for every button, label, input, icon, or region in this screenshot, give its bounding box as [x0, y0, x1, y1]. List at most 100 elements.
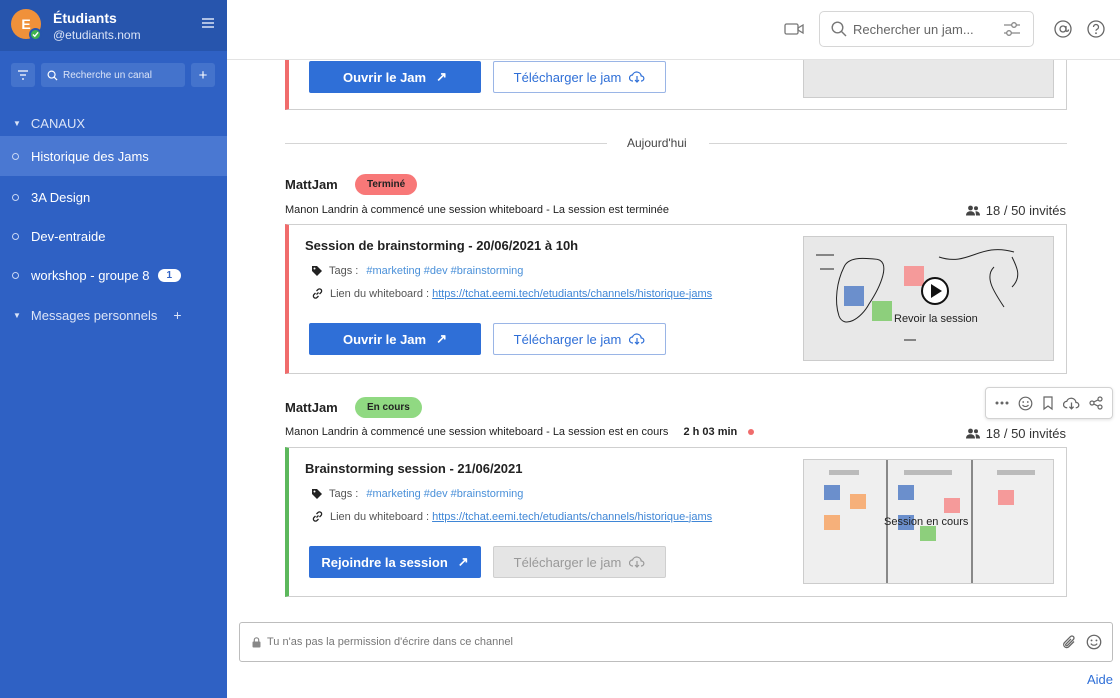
emoji-icon[interactable] [1086, 634, 1102, 650]
message-description: Manon Landrin à commencé une session whi… [285, 204, 669, 216]
paperclip-icon[interactable] [1062, 634, 1078, 651]
help-link[interactable]: Aide [1087, 672, 1113, 687]
lock-icon [252, 636, 261, 647]
jam-search-input[interactable]: Rechercher un jam... [819, 11, 1034, 47]
tag-icon [312, 266, 322, 276]
channel-search-input[interactable]: Recherche un canal [41, 63, 185, 87]
status-badge: Terminé [355, 174, 418, 195]
channel-dot-icon [12, 271, 19, 279]
sidebar-item-3a-design[interactable]: 3A Design [0, 177, 227, 217]
download-jam-label: Télécharger le jam [513, 331, 622, 347]
arrow-up-right-icon: ↗ [457, 554, 469, 569]
link-icon [312, 288, 323, 299]
replay-session-label: Revoir la session [894, 313, 978, 325]
tag-link[interactable]: #dev [424, 488, 448, 500]
open-jam-label: Ouvrir le Jam [342, 331, 427, 347]
tags-label: Tags : [329, 265, 359, 277]
add-dm-button[interactable]: + [173, 307, 181, 323]
jam-tags: Tags : #marketing #dev #brainstorming [311, 488, 523, 500]
channel-label: Historique des Jams [31, 148, 149, 164]
divider-right [709, 143, 1067, 144]
channel-label: 3A Design [31, 189, 91, 205]
tag-link[interactable]: #marketing [366, 488, 420, 500]
menu-icon[interactable] [201, 16, 215, 30]
search-options-icon[interactable] [1003, 21, 1021, 37]
video-icon[interactable] [784, 21, 804, 37]
filter-button[interactable] [11, 63, 35, 87]
channel-search-placeholder: Recherche un canal [63, 69, 152, 81]
download-jam-button-disabled: Télécharger le jam [493, 546, 666, 578]
whiteboard-link[interactable]: https://tchat.eemi.tech/etudiants/channe… [432, 288, 712, 300]
users-icon [965, 205, 980, 216]
download-jam-button[interactable]: Télécharger le jam [493, 323, 666, 355]
team-handle: @etudiants.nom [53, 28, 141, 42]
cloud-download-icon [629, 333, 645, 345]
open-jam-button[interactable]: Ouvrir le Jam ↗ [309, 323, 481, 355]
download-jam-button[interactable]: Télécharger le jam [493, 61, 666, 93]
arrow-up-right-icon: ↗ [436, 331, 447, 346]
sidebar-item-dev-entraide[interactable]: Dev-entraide [0, 216, 227, 256]
chevron-down-icon: ▼ [13, 119, 21, 128]
tag-link[interactable]: #dev [424, 265, 448, 277]
sidebar: E Étudiants @etudiants.nom Recherche un … [0, 0, 227, 698]
whiteboard-preview [816, 249, 1019, 341]
join-session-button[interactable]: Rejoindre la session ↗ [309, 546, 481, 578]
avatar-initial: E [21, 16, 31, 32]
open-jam-label: Ouvrir le Jam [342, 69, 427, 85]
users-icon [965, 428, 980, 439]
download-jam-label: Télécharger le jam [513, 554, 622, 570]
section-dm-label: Messages personnels [30, 307, 158, 323]
arrow-up-right-icon: ↗ [436, 69, 447, 84]
whiteboard-link[interactable]: https://tchat.eemi.tech/etudiants/channe… [432, 511, 712, 523]
link-icon [312, 511, 323, 522]
divider-left [285, 143, 607, 144]
jam-thumbnail[interactable]: Session en cours [803, 459, 1054, 584]
search-placeholder: Rechercher un jam... [853, 21, 974, 37]
message-composer[interactable]: Tu n'as pas la permission d'écrire dans … [239, 622, 1113, 662]
whiteboard-link-row: Lien du whiteboard : https://tchat.eemi.… [311, 287, 712, 300]
message-author[interactable]: MattJam [285, 400, 338, 415]
tag-icon [312, 489, 322, 499]
message-author[interactable]: MattJam [285, 177, 338, 192]
tag-link[interactable]: #brainstorming [451, 265, 524, 277]
cloud-download-icon[interactable] [1063, 397, 1080, 410]
emoji-icon[interactable] [1018, 396, 1033, 411]
jam-card: Brainstorming session - 21/06/2021 Tags … [285, 447, 1067, 597]
cloud-download-icon [629, 556, 645, 568]
cloud-download-icon [629, 71, 645, 83]
open-jam-button[interactable]: Ouvrir le Jam ↗ [309, 61, 481, 93]
channel-label: workshop - groupe 8 [31, 267, 150, 283]
tag-link[interactable]: #brainstorming [451, 488, 524, 500]
day-separator: Aujourd'hui [627, 136, 687, 150]
help-icon[interactable] [1087, 20, 1105, 38]
team-header[interactable]: E Étudiants @etudiants.nom [0, 0, 227, 51]
jam-thumbnail[interactable]: Revoir la session [803, 236, 1054, 361]
chevron-down-icon: ▼ [13, 310, 21, 320]
sidebar-item-workshop-groupe-8[interactable]: workshop - groupe 8 1 [0, 255, 227, 295]
bookmark-icon[interactable] [1042, 395, 1054, 411]
search-icon [831, 21, 847, 37]
message-description: Manon Landrin à commencé une session whi… [285, 426, 755, 438]
sidebar-item-historique-des-jams[interactable]: Historique des Jams [0, 136, 227, 176]
jam-card-title: Session de brainstorming - 20/06/2021 à … [305, 238, 579, 253]
jam-card: Session de brainstorming - 20/06/2021 à … [285, 224, 1067, 374]
invites-label: 18 / 50 invités [985, 426, 1066, 441]
jam-card-title: Brainstorming session - 21/06/2021 [305, 461, 523, 476]
jam-tags: Tags : #marketing #dev #brainstorming [311, 265, 523, 277]
tag-link[interactable]: #marketing [366, 265, 420, 277]
composer-actions [1062, 634, 1102, 651]
search-icon [47, 70, 58, 81]
invites-count: 18 / 50 invités [965, 426, 1066, 441]
topbar: Rechercher un jam... [227, 0, 1120, 60]
section-direct-messages[interactable]: ▼ Messages personnels + [13, 307, 182, 323]
invites-count: 18 / 50 invités [965, 203, 1066, 218]
join-session-label: Rejoindre la session [321, 554, 448, 570]
add-channel-button[interactable]: + [191, 63, 215, 87]
channel-label: Dev-entraide [31, 228, 106, 244]
composer-placeholder: Tu n'as pas la permission d'écrire dans … [267, 636, 513, 648]
more-icon[interactable] [995, 401, 1009, 405]
share-icon[interactable] [1089, 396, 1103, 410]
mention-icon[interactable] [1054, 20, 1072, 38]
section-channels[interactable]: ▼ CANAUX [13, 116, 85, 131]
live-indicator [748, 429, 755, 436]
